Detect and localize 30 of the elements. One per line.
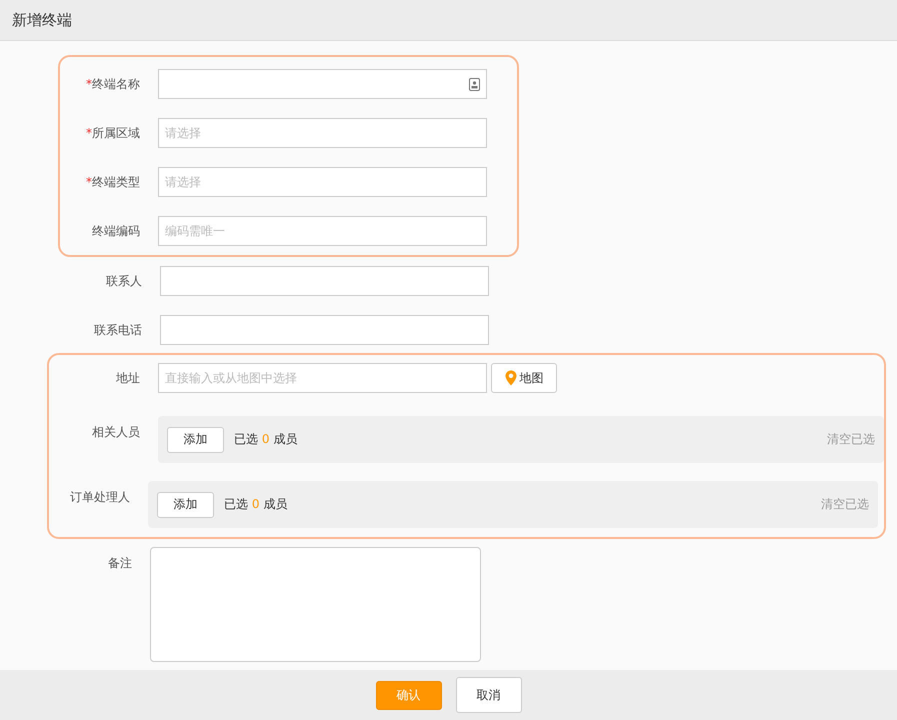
field-label: 相关人员 bbox=[91, 424, 140, 441]
remark-field[interactable] bbox=[150, 547, 481, 662]
add-button[interactable]: 添加 bbox=[167, 426, 224, 452]
field-label: 联系电话 bbox=[93, 322, 142, 338]
field-label: 终端编码 bbox=[91, 222, 140, 240]
cancel-button[interactable]: 取消 bbox=[456, 677, 522, 713]
selected-count: 已选 0 成员 bbox=[234, 431, 298, 448]
input-field[interactable]: 请选择 bbox=[158, 167, 487, 197]
window-title: 新增终端 bbox=[12, 10, 72, 30]
input-field[interactable] bbox=[158, 69, 487, 99]
input-field[interactable]: 直接输入或从地图中选择 bbox=[158, 363, 487, 393]
selected-count: 已选 0 成员 bbox=[224, 496, 288, 513]
input-field[interactable] bbox=[160, 266, 489, 296]
map-pin-icon bbox=[504, 370, 516, 386]
field-label: 备注 bbox=[107, 555, 132, 572]
field-label: *终端名称 bbox=[85, 76, 140, 92]
field-label: 地址 bbox=[115, 370, 140, 386]
field-label: 订单处理人 bbox=[69, 489, 130, 506]
contact-card-icon[interactable] bbox=[469, 78, 480, 90]
field-label: *所属区域 bbox=[85, 124, 140, 142]
field-label: *终端类型 bbox=[85, 174, 140, 190]
map-button[interactable]: 地图 bbox=[491, 363, 557, 393]
add-button[interactable]: 添加 bbox=[157, 492, 214, 518]
field-label: 联系人 bbox=[105, 272, 142, 290]
confirm-button[interactable]: 确认 bbox=[376, 680, 442, 710]
input-field[interactable]: 编码需唯一 bbox=[158, 216, 487, 246]
clear-link[interactable]: 清空已选 bbox=[821, 496, 869, 513]
input-field[interactable] bbox=[160, 315, 489, 345]
input-field[interactable]: 请选择 bbox=[158, 118, 487, 148]
clear-link[interactable]: 清空已选 bbox=[827, 431, 875, 448]
